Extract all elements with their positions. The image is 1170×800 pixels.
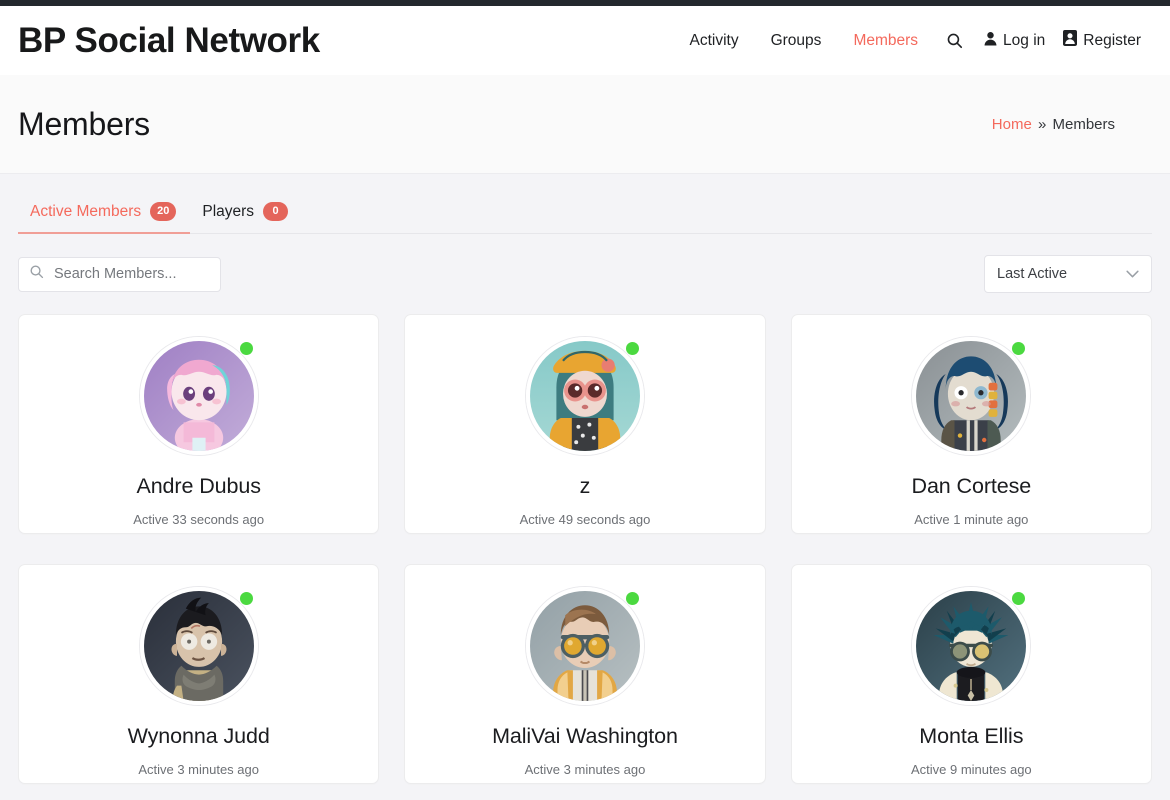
search-members-box[interactable]: [18, 256, 221, 292]
breadcrumb-separator: »: [1037, 115, 1047, 133]
tab-players-label: Players: [202, 202, 255, 220]
search-icon[interactable]: [934, 32, 975, 49]
tab-active-members[interactable]: Active Members 20: [18, 200, 191, 234]
member-name[interactable]: Dan Cortese: [904, 474, 1040, 499]
online-status-indicator: [1012, 342, 1026, 355]
member-activity: Active 49 seconds ago: [519, 511, 651, 527]
avatar-wrapper: [139, 337, 258, 455]
member-card[interactable]: Monta Ellis Active 9 minutes ago: [790, 564, 1152, 784]
primary-nav: Activity Groups Members Log in Register: [674, 30, 1151, 51]
member-name[interactable]: z: [572, 474, 599, 499]
member-card[interactable]: Wynonna Judd Active 3 minutes ago: [18, 564, 380, 784]
member-activity: Active 3 minutes ago: [138, 761, 259, 777]
member-name[interactable]: MaliVai Washington: [484, 724, 686, 749]
sort-order-value: Last Active: [997, 266, 1068, 282]
avatar-wrapper: [912, 337, 1031, 455]
login-link[interactable]: Log in: [975, 31, 1054, 51]
member-activity: Active 33 seconds ago: [133, 511, 265, 527]
main-content: Active Members 20 Players 0 Last Active: [0, 174, 1170, 784]
site-header: BP Social Network Activity Groups Member…: [0, 6, 1170, 75]
site-title[interactable]: BP Social Network: [18, 23, 320, 58]
register-label: Register: [1083, 31, 1141, 49]
search-input[interactable]: [52, 265, 210, 283]
member-name[interactable]: Andre Dubus: [128, 474, 268, 499]
nav-item-groups[interactable]: Groups: [755, 32, 838, 50]
avatar-wrapper: [525, 587, 644, 705]
search-icon: [29, 264, 44, 284]
filter-bar: Last Active: [18, 255, 1152, 293]
member-name[interactable]: Wynonna Judd: [120, 724, 278, 749]
member-activity: Active 1 minute ago: [914, 511, 1029, 527]
avatar-wrapper: [912, 587, 1031, 705]
register-link[interactable]: Register: [1054, 30, 1150, 51]
member-card[interactable]: MaliVai Washington Active 3 minutes ago: [404, 564, 766, 784]
online-status-indicator: [1012, 592, 1026, 605]
login-label: Log in: [1003, 31, 1046, 49]
breadcrumb: Home » Members: [992, 116, 1115, 133]
nav-item-activity[interactable]: Activity: [674, 32, 755, 50]
user-icon: [984, 31, 997, 51]
member-card[interactable]: Dan Cortese Active 1 minute ago: [790, 314, 1152, 534]
member-activity: Active 3 minutes ago: [524, 761, 646, 777]
avatar[interactable]: [525, 337, 644, 455]
nav-item-members[interactable]: Members: [837, 32, 934, 50]
register-card-icon: [1063, 30, 1078, 51]
avatar[interactable]: [139, 587, 258, 705]
avatar[interactable]: [525, 587, 644, 705]
avatar[interactable]: [139, 337, 258, 455]
member-type-tabs: Active Members 20 Players 0: [18, 200, 1152, 234]
page-title: Members: [18, 106, 150, 142]
sort-order-select[interactable]: Last Active: [984, 255, 1152, 293]
tab-active-members-count: 20: [150, 202, 177, 221]
tab-players[interactable]: Players 0: [190, 200, 302, 233]
avatar[interactable]: [912, 587, 1031, 705]
online-status-indicator: [239, 592, 253, 605]
page-title-band: Members Home » Members: [0, 75, 1170, 174]
member-name[interactable]: Monta Ellis: [911, 724, 1031, 749]
chevron-down-icon: [1126, 270, 1139, 278]
member-card[interactable]: z Active 49 seconds ago: [404, 314, 766, 534]
avatar[interactable]: [912, 337, 1031, 455]
avatar-wrapper: [525, 337, 644, 455]
breadcrumb-home[interactable]: Home: [992, 116, 1032, 133]
member-activity: Active 9 minutes ago: [910, 761, 1032, 777]
members-grid: Andre Dubus Active 33 seconds ago z Acti…: [18, 314, 1152, 784]
breadcrumb-current: Members: [1052, 115, 1115, 133]
online-status-indicator: [625, 592, 639, 605]
avatar-wrapper: [139, 587, 258, 705]
member-card[interactable]: Andre Dubus Active 33 seconds ago: [18, 314, 380, 534]
tab-active-members-label: Active Members: [30, 202, 142, 220]
online-status-indicator: [239, 342, 253, 355]
tab-players-count: 0: [263, 202, 289, 221]
online-status-indicator: [625, 342, 639, 355]
